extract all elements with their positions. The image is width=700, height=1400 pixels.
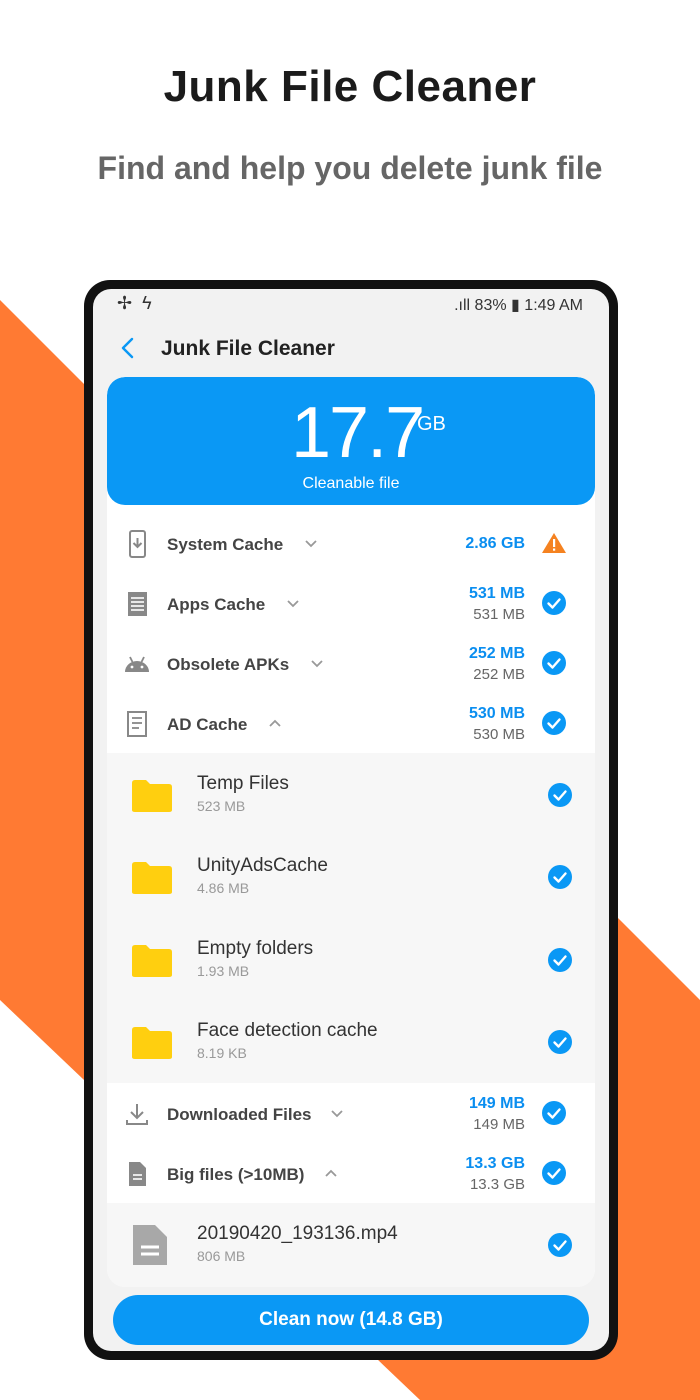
category-size: 13.3 GB (465, 1155, 525, 1172)
list-item[interactable]: Empty folders 1.93 MB (107, 918, 595, 1000)
promo-subline: Find and help you delete junk file (97, 150, 603, 186)
download-icon (126, 1104, 148, 1125)
list-item[interactable]: UnityAdsCache 4.86 MB (107, 835, 595, 917)
category-size: 149 MB (468, 1095, 525, 1112)
chevron-down-icon[interactable] (303, 535, 319, 551)
category-size: 531 MB (468, 585, 525, 602)
category-row-downloaded-files[interactable]: Downloaded Files 149 MB 149 MB (107, 1083, 595, 1143)
item-size: 4.86 MB (197, 880, 250, 896)
big-file-items: 20190420_193136.mp4 806 MB (107, 1203, 595, 1287)
cleanable-summary: 17.7 GB Cleanable file (107, 377, 595, 505)
item-name: UnityAdsCache (197, 855, 328, 876)
check-circle-icon[interactable] (547, 782, 573, 808)
phone-download-icon (129, 530, 146, 558)
category-label: Downloaded Files (167, 1105, 312, 1124)
check-circle-icon[interactable] (541, 710, 567, 736)
chevron-up-icon[interactable] (323, 1165, 339, 1181)
item-size: 523 MB (197, 798, 246, 814)
bolt-icon: ϟ (142, 293, 152, 313)
promo-headline: Junk File Cleaner (163, 62, 537, 111)
item-size: 8.19 KB (197, 1045, 247, 1061)
category-label: Big files (>10MB) (167, 1165, 305, 1184)
list-item[interactable]: Face detection cache 8.19 KB (107, 1000, 595, 1082)
item-name: Face detection cache (197, 1020, 378, 1041)
receipt-icon (128, 592, 147, 616)
file-icon (129, 1162, 146, 1186)
category-row-system-cache[interactable]: System Cache 2.86 GB (107, 513, 595, 573)
chevron-down-icon[interactable] (329, 1105, 345, 1121)
category-row-ad-cache[interactable]: AD Cache 530 MB 530 MB (107, 693, 595, 753)
ad-doc-icon (127, 711, 147, 737)
android-icon (125, 656, 149, 672)
check-circle-icon[interactable] (547, 864, 573, 890)
item-size: 1.93 MB (197, 963, 250, 979)
list-item[interactable]: 20190420_193136.mp4 806 MB (107, 1203, 595, 1285)
cleanable-label: Cleanable file (302, 475, 400, 492)
cleanable-size-unit: GB (417, 413, 446, 435)
signal-icon: .ıll (454, 297, 471, 314)
check-circle-icon[interactable] (547, 1232, 573, 1258)
clean-now-button[interactable]: Clean now (14.8 GB) (113, 1295, 589, 1345)
check-circle-icon[interactable] (541, 1160, 567, 1186)
category-row-apps-cache[interactable]: Apps Cache 531 MB 531 MB (107, 573, 595, 633)
category-size-sub: 531 MB (473, 606, 525, 623)
list-item[interactable]: Temp Files 523 MB (107, 753, 595, 835)
cleanable-size-value: 17.7 (291, 393, 425, 473)
item-size: 806 MB (197, 1248, 246, 1264)
category-size: 530 MB (468, 705, 525, 722)
app-title: Junk File Cleaner (161, 337, 335, 360)
folder-icon (132, 945, 172, 977)
category-size: 2.86 GB (465, 535, 525, 552)
category-label: AD Cache (167, 715, 248, 734)
item-name: 20190420_193136.mp4 (197, 1223, 398, 1244)
check-circle-icon[interactable] (547, 947, 573, 973)
battery-icon: ▮ (511, 297, 520, 314)
check-circle-icon[interactable] (541, 590, 567, 616)
app-bar: Junk File Cleaner (93, 325, 609, 371)
phone-frame: ✢ ϟ .ıll 83% ▮ 1:49 AM Junk File Cleaner … (84, 280, 618, 1360)
back-icon[interactable] (113, 333, 143, 363)
category-size: 252 MB (468, 645, 525, 662)
chevron-down-icon[interactable] (285, 595, 301, 611)
category-label: System Cache (167, 535, 284, 554)
check-circle-icon[interactable] (541, 1100, 567, 1126)
status-time: 1:49 AM (524, 297, 583, 314)
item-name: Empty folders (197, 938, 314, 959)
document-icon (133, 1225, 167, 1265)
folder-icon (132, 1027, 172, 1059)
chevron-down-icon[interactable] (309, 655, 325, 671)
junk-list-card: 17.7 GB Cleanable file System Cache 2.86… (107, 377, 595, 1287)
category-row-big-files[interactable]: Big files (>10MB) 13.3 GB 13.3 GB (107, 1143, 595, 1203)
battery-percent: 83% (474, 297, 507, 314)
category-row-obsolete-apks[interactable]: Obsolete APKs 252 MB 252 MB (107, 633, 595, 693)
phone-screen: ✢ ϟ .ıll 83% ▮ 1:49 AM Junk File Cleaner … (93, 289, 609, 1351)
warning-icon (542, 533, 566, 553)
status-bar: ✢ ϟ .ıll 83% ▮ 1:49 AM (93, 289, 609, 319)
ad-cache-items: Temp Files 523 MB UnityAdsCache 4.86 MB … (107, 753, 595, 1083)
category-label: Obsolete APKs (167, 655, 290, 674)
check-circle-icon[interactable] (541, 650, 567, 676)
item-name: Temp Files (197, 773, 289, 794)
check-circle-icon[interactable] (547, 1029, 573, 1055)
category-label: Apps Cache (167, 595, 266, 614)
category-size-sub: 530 MB (473, 726, 525, 743)
category-size-sub: 252 MB (473, 666, 525, 683)
fan-icon: ✢ (117, 293, 133, 313)
folder-icon (132, 862, 172, 894)
chevron-up-icon[interactable] (267, 715, 283, 731)
folder-icon (132, 780, 172, 812)
category-size-sub: 13.3 GB (469, 1176, 525, 1193)
category-size-sub: 149 MB (473, 1116, 525, 1133)
